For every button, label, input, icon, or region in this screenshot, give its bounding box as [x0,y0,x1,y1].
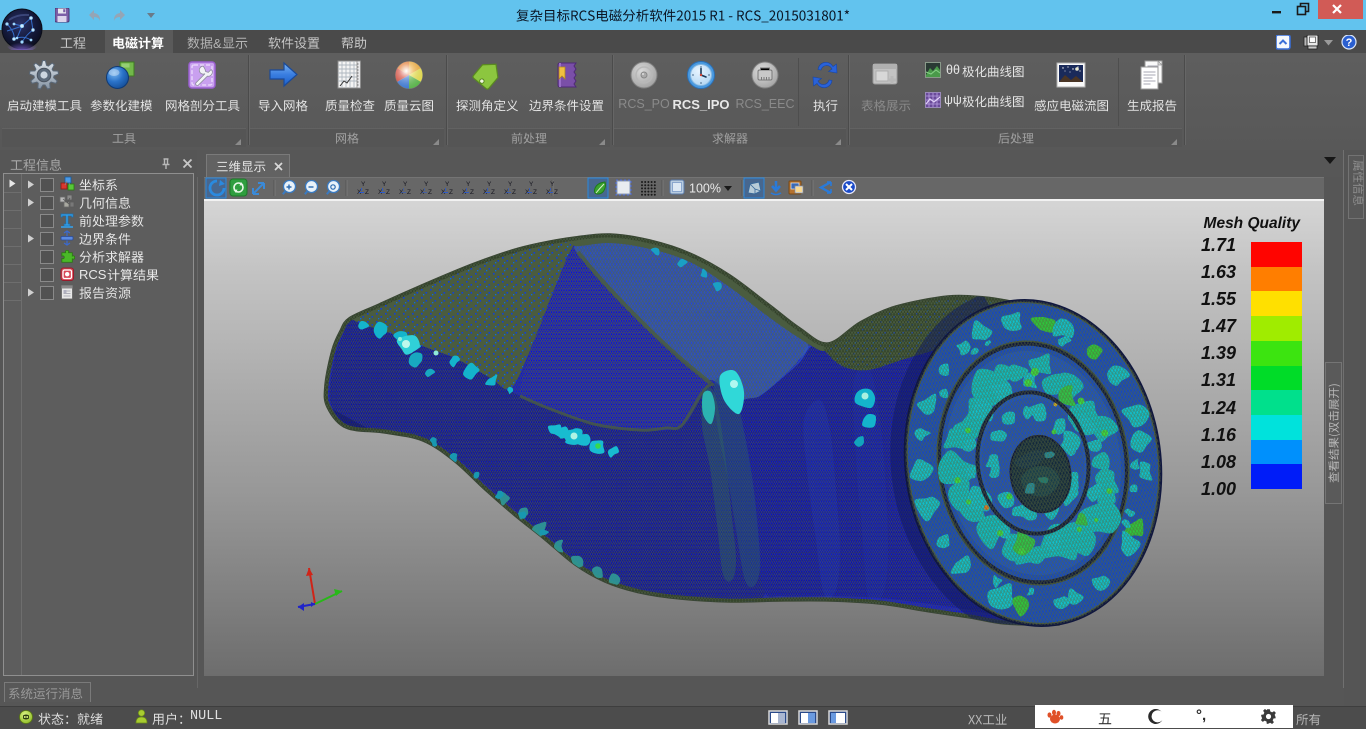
svg-text:Y: Y [466,181,471,188]
svg-text:Y: Y [550,181,555,188]
svg-text:Z: Z [491,189,495,196]
svg-text:Z: Z [554,189,558,196]
svg-text:Z: Z [512,189,516,196]
svg-text:Y: Y [529,181,534,188]
svg-text:?: ? [1346,37,1353,49]
svg-text:Z: Z [365,189,369,196]
svg-text:Z: Z [470,189,474,196]
svg-text:Y: Y [361,181,366,188]
svg-text:Z: Z [533,189,537,196]
svg-text:Y: Y [487,181,492,188]
svg-text:100%: 100% [689,182,721,196]
svg-text:Y: Y [382,181,387,188]
svg-text:Y: Y [445,181,450,188]
svg-text:Z: Z [428,189,432,196]
svg-text:Y: Y [403,181,408,188]
svg-text:Y: Y [424,181,429,188]
svg-text:Z: Z [407,189,411,196]
svg-text:Z: Z [386,189,390,196]
svg-text:Z: Z [449,189,453,196]
svg-text:Y: Y [508,181,513,188]
